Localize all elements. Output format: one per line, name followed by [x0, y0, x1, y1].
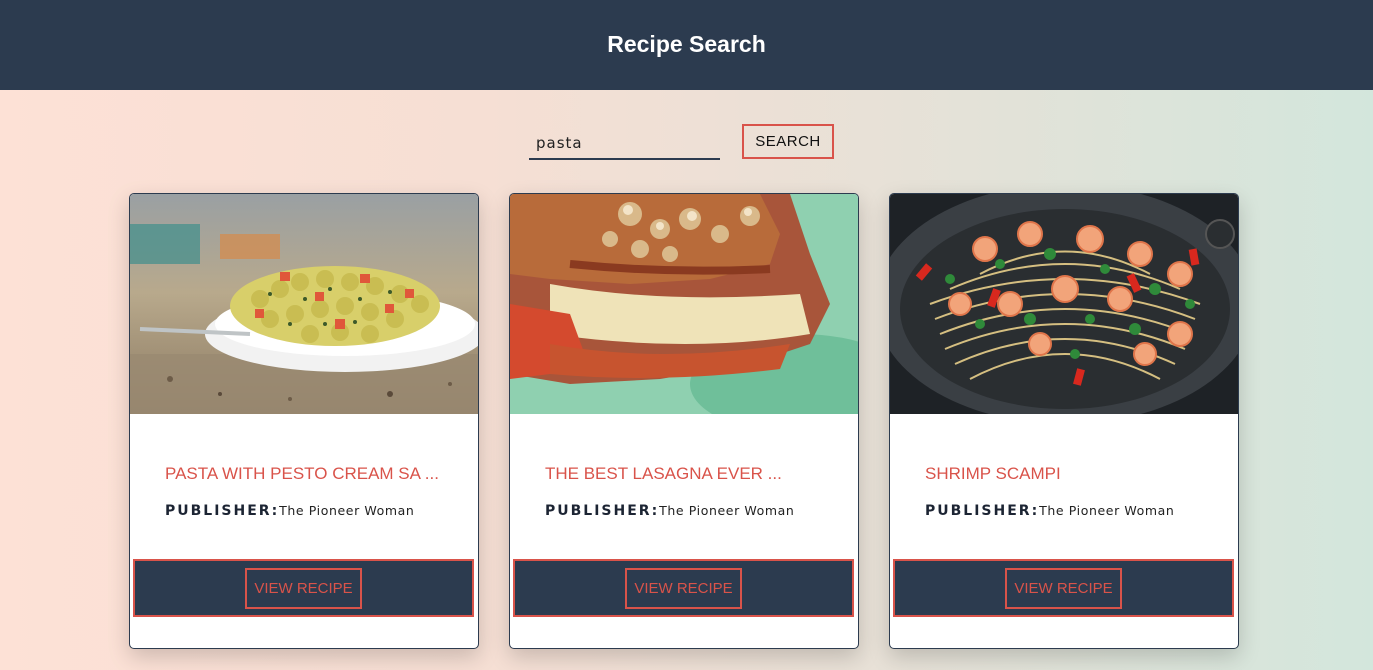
- publisher-label: PUBLISHER:: [925, 503, 1040, 519]
- page-title: Recipe Search: [607, 30, 766, 57]
- recipe-card: SHRIMP SCAMPI PUBLISHER: The Pioneer Wom…: [889, 193, 1239, 649]
- search-input[interactable]: [529, 123, 720, 160]
- recipe-publisher: PUBLISHER: The Pioneer Woman: [545, 503, 794, 519]
- recipe-card: THE BEST LASAGNA EVER ... PUBLISHER: The…: [509, 193, 859, 649]
- card-footer: VIEW RECIPE: [893, 559, 1234, 617]
- search-button[interactable]: SEARCH: [742, 124, 834, 159]
- recipe-card: PASTA WITH PESTO CREAM SA ... PUBLISHER:…: [129, 193, 479, 649]
- card-footer: VIEW RECIPE: [133, 559, 474, 617]
- search-bar: SEARCH: [529, 123, 834, 160]
- recipe-publisher: PUBLISHER: The Pioneer Woman: [925, 503, 1174, 519]
- recipe-title: PASTA WITH PESTO CREAM SA ...: [165, 464, 439, 483]
- recipe-publisher: PUBLISHER: The Pioneer Woman: [165, 503, 414, 519]
- recipe-title: SHRIMP SCAMPI: [925, 464, 1061, 483]
- view-recipe-button[interactable]: VIEW RECIPE: [625, 567, 742, 609]
- publisher-label: PUBLISHER:: [545, 503, 660, 519]
- recipe-title: THE BEST LASAGNA EVER ...: [545, 464, 782, 483]
- recipe-image-shrimp[interactable]: [890, 194, 1238, 414]
- recipe-image-lasagna[interactable]: [510, 194, 858, 414]
- publisher-name: The Pioneer Woman: [659, 503, 795, 518]
- view-recipe-button[interactable]: VIEW RECIPE: [245, 567, 362, 609]
- card-footer: VIEW RECIPE: [513, 559, 854, 617]
- recipe-image-pasta[interactable]: [130, 194, 478, 414]
- publisher-name: The Pioneer Woman: [1039, 503, 1175, 518]
- publisher-label: PUBLISHER:: [165, 503, 280, 519]
- publisher-name: The Pioneer Woman: [279, 503, 415, 518]
- app-header: Recipe Search: [0, 0, 1373, 90]
- view-recipe-button[interactable]: VIEW RECIPE: [1005, 567, 1122, 609]
